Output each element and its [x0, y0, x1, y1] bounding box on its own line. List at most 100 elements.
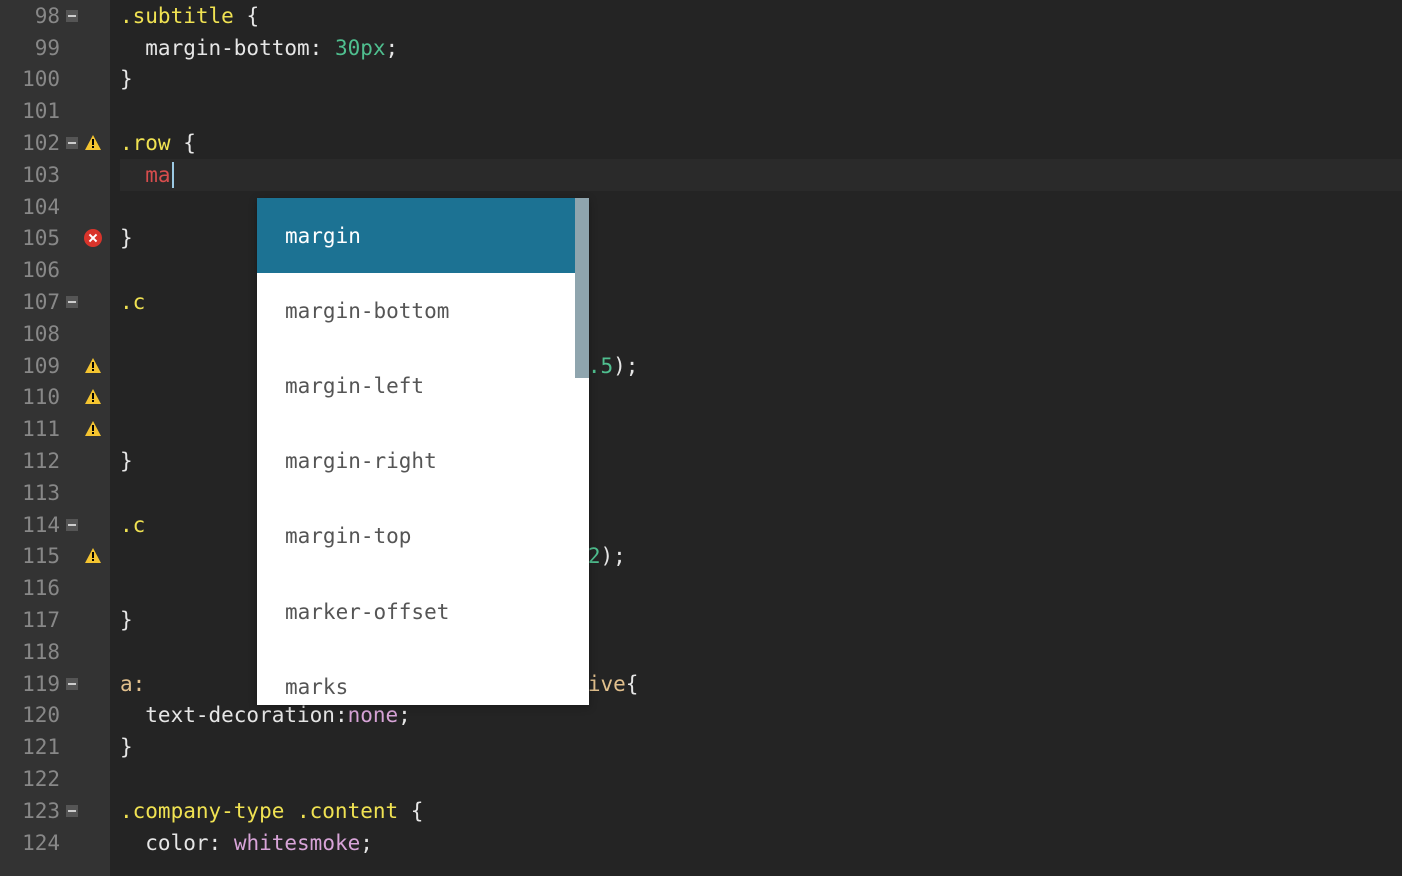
gutter-line: 117	[0, 604, 110, 636]
marker-empty	[84, 706, 102, 724]
warning-icon	[84, 357, 102, 375]
gutter-line: 98	[0, 0, 110, 32]
gutter-line: 121	[0, 731, 110, 763]
fold-indicator[interactable]	[66, 805, 78, 817]
autocomplete-item[interactable]: margin-bottom	[257, 273, 589, 348]
token: {	[171, 131, 196, 155]
token: text-decoration	[120, 703, 335, 727]
fold-indicator	[66, 646, 78, 658]
gutter-line: 104	[0, 191, 110, 223]
autocomplete-item[interactable]: marker-offset	[257, 574, 589, 649]
line-number: 99	[10, 36, 60, 60]
code-line[interactable]: margin-bottom: 30px;	[120, 32, 1402, 64]
code-line[interactable]	[120, 763, 1402, 795]
line-number: 109	[10, 354, 60, 378]
fold-indicator	[66, 550, 78, 562]
gutter-line: 122	[0, 763, 110, 795]
warning-icon	[84, 420, 102, 438]
line-number: 122	[10, 767, 60, 791]
gutter-line: 113	[0, 477, 110, 509]
line-number: 123	[10, 799, 60, 823]
autocomplete-item[interactable]: margin-right	[257, 424, 589, 499]
token: 30px	[335, 36, 386, 60]
line-number: 117	[10, 608, 60, 632]
marker-empty	[84, 579, 102, 597]
marker-empty	[84, 70, 102, 88]
marker-empty	[84, 7, 102, 25]
token: ma	[120, 163, 171, 187]
token: {	[234, 4, 259, 28]
fold-indicator	[66, 614, 78, 626]
marker-empty	[84, 293, 102, 311]
code-line[interactable]: }	[120, 64, 1402, 96]
autocomplete-item[interactable]: margin-top	[257, 499, 589, 574]
fold-indicator	[66, 360, 78, 372]
token: .c	[120, 513, 145, 537]
token: }	[120, 67, 133, 91]
gutter-line: 111	[0, 413, 110, 445]
fold-indicator[interactable]	[66, 137, 78, 149]
fold-indicator	[66, 264, 78, 276]
gutter-line: 105	[0, 223, 110, 255]
fold-indicator	[66, 487, 78, 499]
code-line[interactable]: .subtitle {	[120, 0, 1402, 32]
gutter-line: 99	[0, 32, 110, 64]
gutter-line: 119	[0, 668, 110, 700]
code-line[interactable]: ma	[120, 159, 1402, 191]
gutter-line: 108	[0, 318, 110, 350]
token: color	[120, 831, 209, 855]
token: a:	[120, 672, 145, 696]
code-line[interactable]: .row {	[120, 127, 1402, 159]
code-line[interactable]: .company-type .content {	[120, 795, 1402, 827]
autocomplete-popup[interactable]: marginmargin-bottommargin-leftmargin-rig…	[257, 198, 589, 705]
line-number: 101	[10, 99, 60, 123]
token: }	[120, 449, 133, 473]
marker-empty	[84, 770, 102, 788]
gutter-line: 124	[0, 827, 110, 859]
marker-empty	[84, 834, 102, 852]
marker-empty	[84, 102, 102, 120]
line-number: 100	[10, 67, 60, 91]
fold-indicator	[66, 837, 78, 849]
line-number: 114	[10, 513, 60, 537]
autocomplete-scrollbar[interactable]	[575, 198, 589, 378]
token: .c	[120, 290, 145, 314]
autocomplete-item[interactable]: marks	[257, 649, 589, 705]
fold-indicator	[66, 773, 78, 785]
token: .row	[120, 131, 171, 155]
code-line[interactable]: }	[120, 731, 1402, 763]
token: ;	[386, 36, 399, 60]
fold-indicator	[66, 328, 78, 340]
line-number: 118	[10, 640, 60, 664]
fold-indicator[interactable]	[66, 678, 78, 690]
fold-indicator	[66, 232, 78, 244]
gutter-line: 107	[0, 286, 110, 318]
gutter-line: 100	[0, 64, 110, 96]
token: none	[348, 703, 399, 727]
line-number: 103	[10, 163, 60, 187]
fold-indicator[interactable]	[66, 296, 78, 308]
fold-indicator	[66, 391, 78, 403]
code-line[interactable]: color: whitesmoke;	[120, 827, 1402, 859]
marker-empty	[84, 39, 102, 57]
fold-indicator[interactable]	[66, 10, 78, 22]
code-line[interactable]	[120, 95, 1402, 127]
gutter-line: 123	[0, 795, 110, 827]
code-area[interactable]: .subtitle { margin-bottom: 30px;}.row { …	[110, 0, 1402, 876]
line-number: 112	[10, 449, 60, 473]
marker-empty	[84, 325, 102, 343]
token: ;	[398, 703, 411, 727]
fold-indicator	[66, 582, 78, 594]
gutter-line: 112	[0, 445, 110, 477]
line-number: 98	[10, 4, 60, 28]
token: }	[120, 226, 133, 250]
gutter-line: 101	[0, 95, 110, 127]
fold-indicator	[66, 42, 78, 54]
fold-indicator[interactable]	[66, 519, 78, 531]
gutter-line: 116	[0, 572, 110, 604]
marker-empty	[84, 802, 102, 820]
fold-indicator	[66, 741, 78, 753]
line-number: 124	[10, 831, 60, 855]
autocomplete-item[interactable]: margin	[257, 198, 589, 273]
autocomplete-item[interactable]: margin-left	[257, 348, 589, 423]
